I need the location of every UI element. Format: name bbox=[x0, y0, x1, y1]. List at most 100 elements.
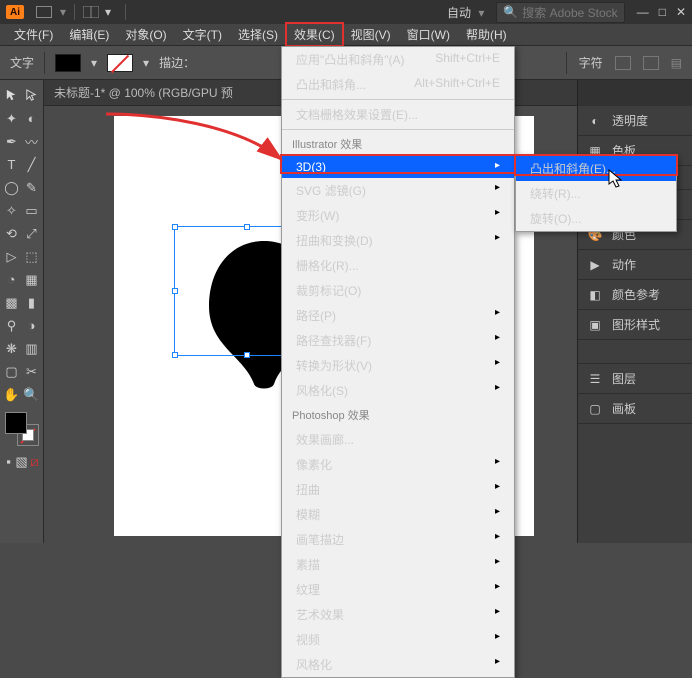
menu-object[interactable]: 对象(O) bbox=[117, 23, 174, 46]
direct-selection-tool[interactable] bbox=[22, 84, 42, 107]
app-logo: Ai bbox=[6, 5, 24, 19]
fill-stroke-control[interactable] bbox=[5, 412, 39, 446]
menu-edit[interactable]: 编辑(E) bbox=[61, 23, 117, 46]
color-mode-icon[interactable]: ▪ bbox=[2, 450, 15, 473]
menu-view[interactable]: 视图(V) bbox=[343, 23, 399, 46]
close-button[interactable]: ✕ bbox=[676, 5, 686, 19]
stock-search[interactable]: 🔍 搜索 Adobe Stock bbox=[496, 2, 624, 23]
menu-rotate-3d[interactable]: 旋转(O)... bbox=[516, 206, 676, 231]
search-placeholder: 搜索 Adobe Stock bbox=[522, 4, 617, 21]
menu-distort-ps[interactable]: 扭曲 bbox=[282, 477, 514, 502]
eraser-tool[interactable]: ▭ bbox=[22, 199, 42, 222]
pen-tool[interactable]: ✒ bbox=[2, 130, 22, 153]
arrange-docs-icon[interactable]: ▾ bbox=[83, 5, 111, 19]
colorguide-icon: ◧ bbox=[586, 288, 604, 302]
menu-artistic[interactable]: 艺术效果 bbox=[282, 602, 514, 627]
minimize-button[interactable]: — bbox=[637, 5, 649, 19]
menu-extrude-bevel[interactable]: 凸出和斜角(E)... bbox=[516, 156, 676, 181]
ellipse-tool[interactable]: ◯ bbox=[2, 176, 22, 199]
selection-type-label: 文字 bbox=[10, 54, 34, 71]
shaper-tool[interactable]: ✧ bbox=[2, 199, 22, 222]
menu-help[interactable]: 帮助(H) bbox=[458, 23, 515, 46]
menu-path[interactable]: 路径(P) bbox=[282, 303, 514, 328]
panel-artboards[interactable]: ▢画板 bbox=[578, 394, 692, 424]
blend-tool[interactable]: ◑ bbox=[22, 314, 42, 337]
free-transform-tool[interactable]: ⬚ bbox=[22, 245, 42, 268]
menubar: 文件(F) 编辑(E) 对象(O) 文字(T) 选择(S) 效果(C) 视图(V… bbox=[0, 24, 692, 46]
panel-actions[interactable]: ▶动作 bbox=[578, 250, 692, 280]
gradient-mode-icon[interactable]: ▧ bbox=[15, 450, 28, 473]
menu-blur[interactable]: 模糊 bbox=[282, 502, 514, 527]
fill-swatch[interactable] bbox=[55, 54, 81, 72]
workspace-switcher[interactable]: 自动 ▾ bbox=[447, 4, 484, 21]
menu-texture[interactable]: 纹理 bbox=[282, 577, 514, 602]
graphicstyles-icon: ▣ bbox=[586, 318, 604, 332]
none-mode-icon[interactable]: ⧄ bbox=[28, 450, 41, 473]
slice-tool[interactable]: ✂ bbox=[22, 360, 42, 383]
characters-panel-link[interactable]: 字符 bbox=[579, 54, 603, 71]
menu-stylize-ps[interactable]: 风格化 bbox=[282, 652, 514, 677]
menu-revolve[interactable]: 绕转(R)... bbox=[516, 181, 676, 206]
menu-convert-to-shape[interactable]: 转换为形状(V) bbox=[282, 353, 514, 378]
menu-type[interactable]: 文字(T) bbox=[175, 23, 230, 46]
gradient-tool[interactable]: ▮ bbox=[22, 291, 42, 314]
effect-menu-dropdown: 应用"凸出和斜角"(A)Shift+Ctrl+E 凸出和斜角...Alt+Shi… bbox=[281, 46, 515, 678]
menu-last-effect-options[interactable]: 凸出和斜角...Alt+Shift+Ctrl+E bbox=[282, 72, 514, 97]
menu-effect[interactable]: 效果(C) bbox=[286, 23, 343, 46]
shape-builder-tool[interactable]: ◔ bbox=[2, 268, 22, 291]
menu-video[interactable]: 视频 bbox=[282, 627, 514, 652]
menu-pathfinder[interactable]: 路径查找器(F) bbox=[282, 328, 514, 353]
hand-tool[interactable]: ✋ bbox=[2, 383, 22, 406]
menu-rasterize[interactable]: 栅格化(R)... bbox=[282, 253, 514, 278]
line-tool[interactable]: ╱ bbox=[22, 153, 42, 176]
stroke-label: 描边： bbox=[159, 54, 195, 71]
menu-sketch[interactable]: 素描 bbox=[282, 552, 514, 577]
brush-tool[interactable]: ✎ bbox=[22, 176, 42, 199]
menu-file[interactable]: 文件(F) bbox=[6, 23, 61, 46]
menu-brush-strokes[interactable]: 画笔描边 bbox=[282, 527, 514, 552]
lasso-tool[interactable]: ◐ bbox=[22, 107, 42, 130]
align-icon[interactable] bbox=[615, 56, 631, 70]
artboard-tool[interactable]: ▢ bbox=[2, 360, 22, 383]
eyedropper-tool[interactable]: ⚲ bbox=[2, 314, 22, 337]
stroke-swatch[interactable] bbox=[107, 54, 133, 72]
type-tool[interactable]: T bbox=[2, 153, 22, 176]
curvature-tool[interactable]: 〰 bbox=[22, 130, 42, 153]
menu-header-illustrator: Illustrator 效果 bbox=[282, 132, 514, 156]
menu-stylize-ai[interactable]: 风格化(S) bbox=[282, 378, 514, 403]
menu-3d[interactable]: 3D(3) bbox=[282, 156, 514, 178]
panel-transparency[interactable]: ◐透明度 bbox=[578, 106, 692, 136]
bridge-icon[interactable] bbox=[36, 6, 52, 18]
perspective-tool[interactable]: ▦ bbox=[22, 268, 42, 291]
graph-tool[interactable]: ▥ bbox=[22, 337, 42, 360]
menu-doc-raster-settings[interactable]: 文档栅格效果设置(E)... bbox=[282, 102, 514, 127]
artboards-icon: ▢ bbox=[586, 402, 604, 416]
magic-wand-tool[interactable]: ✦ bbox=[2, 107, 22, 130]
menu-effect-gallery[interactable]: 效果画廊... bbox=[282, 427, 514, 452]
menu-pixelate[interactable]: 像素化 bbox=[282, 452, 514, 477]
panel-color-guide[interactable]: ◧颜色参考 bbox=[578, 280, 692, 310]
panel-graphic-styles[interactable]: ▣图形样式 bbox=[578, 310, 692, 340]
toolbox: ✦ ◐ ✒ 〰 T ╱ ◯ ✎ ✧ ▭ ⟲ ⤢ ▷ ⬚ ◔ ▦ bbox=[0, 80, 44, 543]
menu-window[interactable]: 窗口(W) bbox=[399, 23, 458, 46]
transform-icon[interactable] bbox=[643, 56, 659, 70]
mesh-tool[interactable]: ▩ bbox=[2, 291, 22, 314]
zoom-tool[interactable]: 🔍 bbox=[22, 383, 42, 406]
chevron-down-icon[interactable]: ▾ bbox=[60, 5, 66, 19]
menu-distort-transform[interactable]: 扭曲和变换(D) bbox=[282, 228, 514, 253]
width-tool[interactable]: ▷ bbox=[2, 245, 22, 268]
menu-warp[interactable]: 变形(W) bbox=[282, 203, 514, 228]
selection-tool[interactable] bbox=[2, 84, 22, 107]
menu-header-photoshop: Photoshop 效果 bbox=[282, 403, 514, 427]
maximize-button[interactable]: □ bbox=[659, 5, 666, 19]
menu-select[interactable]: 选择(S) bbox=[230, 23, 286, 46]
panel-menu-icon[interactable]: ▤ bbox=[671, 56, 682, 70]
panel-layers[interactable]: ☰图层 bbox=[578, 364, 692, 394]
symbol-sprayer-tool[interactable]: ❋ bbox=[2, 337, 22, 360]
scale-tool[interactable]: ⤢ bbox=[22, 222, 42, 245]
menu-apply-last-effect[interactable]: 应用"凸出和斜角"(A)Shift+Ctrl+E bbox=[282, 47, 514, 72]
menu-crop-marks[interactable]: 裁剪标记(O) bbox=[282, 278, 514, 303]
rotate-tool[interactable]: ⟲ bbox=[2, 222, 22, 245]
menu-svg-filters[interactable]: SVG 滤镜(G) bbox=[282, 178, 514, 203]
transparency-icon: ◐ bbox=[586, 114, 604, 128]
